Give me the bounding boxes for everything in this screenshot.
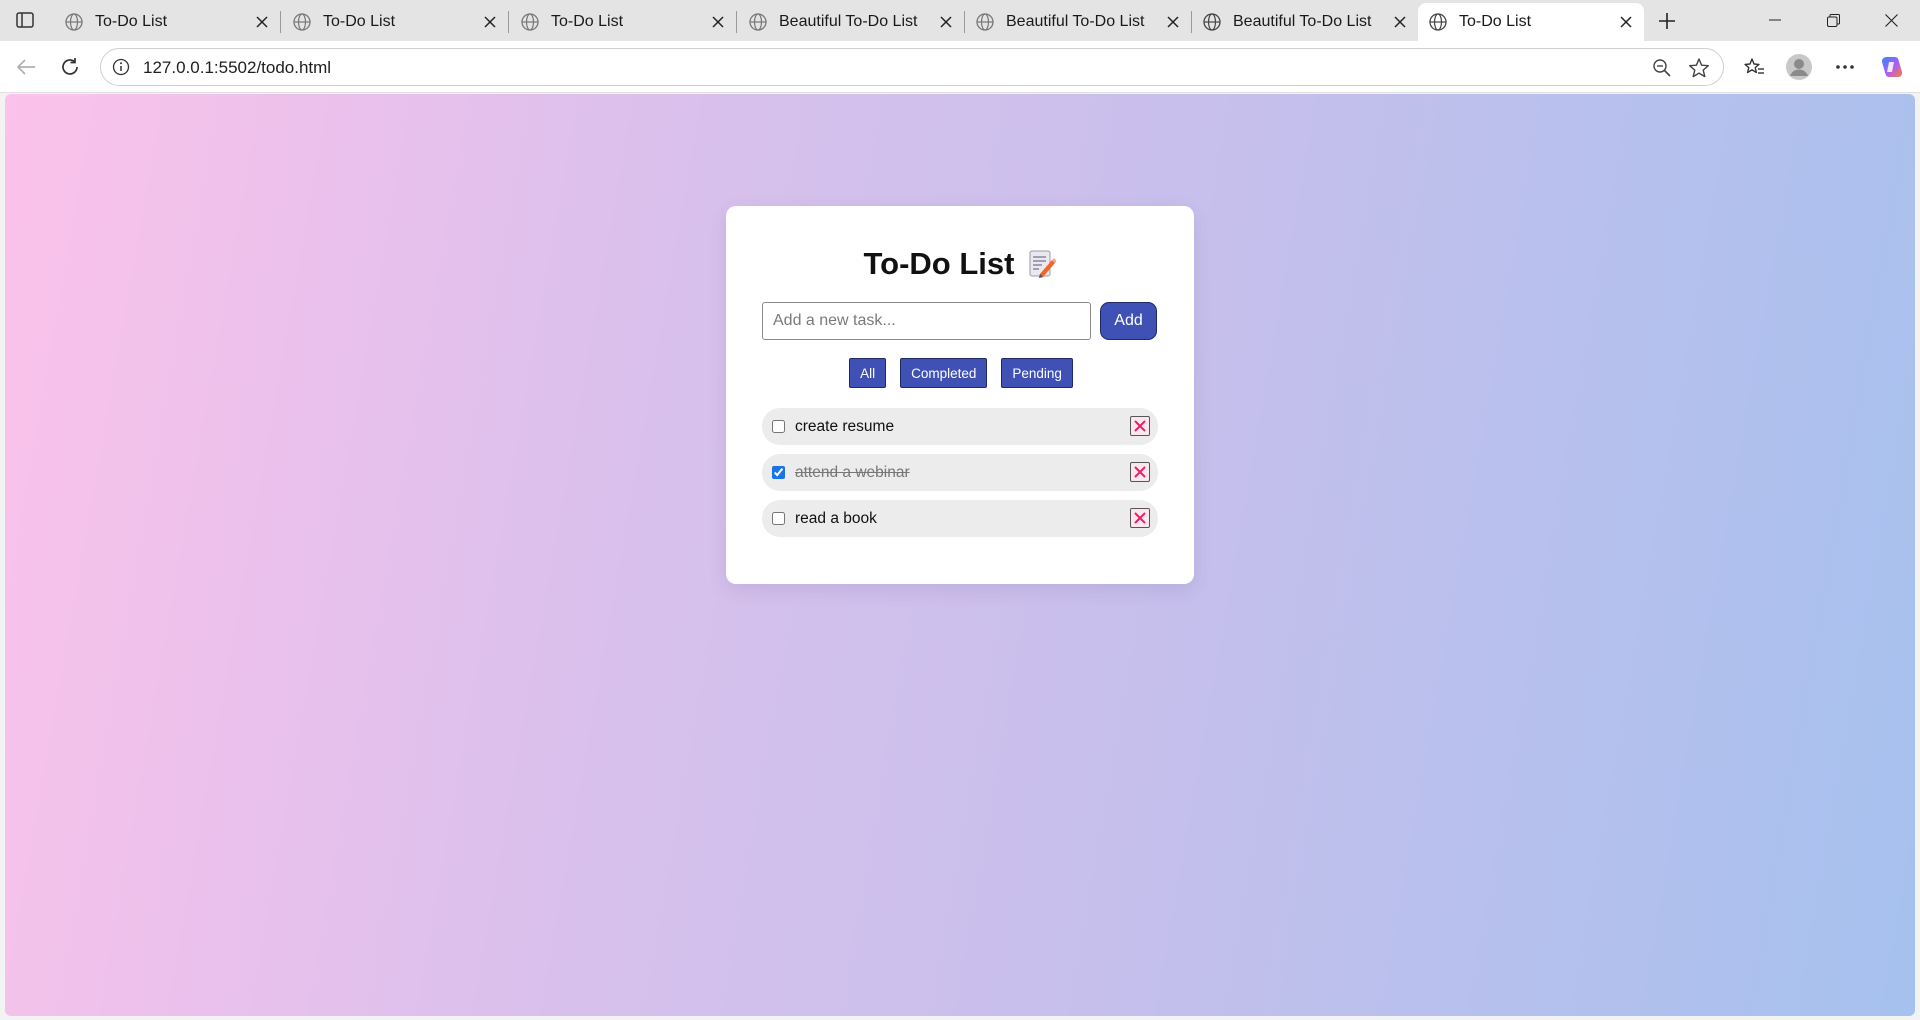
globe-icon <box>1429 13 1447 31</box>
cross-mark-icon <box>1134 512 1146 524</box>
close-icon <box>712 16 724 28</box>
close-icon <box>940 16 952 28</box>
close-icon <box>1620 16 1632 28</box>
task-text: attend a webinar <box>795 463 910 481</box>
globe-icon <box>65 13 83 31</box>
close-icon <box>484 16 496 28</box>
task-item: attend a webinar <box>762 454 1158 491</box>
zoom-out-icon <box>1653 59 1671 77</box>
delete-task-button[interactable] <box>1130 508 1150 528</box>
memo-icon <box>1029 250 1057 278</box>
new-task-input[interactable] <box>762 302 1091 340</box>
delete-task-button[interactable] <box>1130 462 1150 482</box>
profile-button[interactable] <box>1783 51 1815 83</box>
globe-icon <box>749 13 767 31</box>
cross-mark-icon <box>1134 466 1146 478</box>
tab-7-active[interactable]: To-Do List <box>1418 3 1644 41</box>
page-viewport: To-Do List Add All Completed Pending <box>5 94 1915 1016</box>
close-icon <box>1884 13 1898 27</box>
favorite-button[interactable] <box>1687 56 1711 80</box>
tab-label: To-Do List <box>95 13 168 30</box>
tab-5[interactable]: Beautiful To-Do List <box>965 3 1192 41</box>
tab-separator <box>508 11 509 33</box>
address-bar[interactable]: 127.0.0.1:5502/todo.html <box>100 48 1724 86</box>
tab-label: Beautiful To-Do List <box>1233 13 1372 30</box>
more-button[interactable] <box>1829 51 1861 83</box>
tab-3[interactable]: To-Do List <box>510 3 737 41</box>
tab-close-button[interactable] <box>1390 12 1410 32</box>
task-item: create resume <box>762 408 1158 445</box>
tab-close-button[interactable] <box>252 12 272 32</box>
favorites-icon <box>1744 58 1764 74</box>
info-icon <box>112 58 130 76</box>
back-icon <box>16 59 35 75</box>
task-text: read a book <box>795 509 877 527</box>
zoom-button[interactable] <box>1651 57 1673 79</box>
task-text: create resume <box>795 417 895 435</box>
task-checkbox[interactable] <box>772 466 785 479</box>
task-checkbox[interactable] <box>772 512 785 525</box>
tab-strip: To-Do List To-Do List To-Do List Beautif… <box>0 0 1920 41</box>
profile-icon <box>1786 54 1812 80</box>
filter-pending-button[interactable]: Pending <box>1001 358 1073 388</box>
sidebar-toggle-button[interactable] <box>10 8 40 32</box>
reload-icon <box>62 58 78 75</box>
restore-button[interactable] <box>1804 0 1862 40</box>
add-task-row: Add <box>762 302 1158 340</box>
task-checkbox[interactable] <box>772 420 785 433</box>
globe-icon <box>293 13 311 31</box>
tab-4[interactable]: Beautiful To-Do List <box>738 3 965 41</box>
tab-close-button[interactable] <box>480 12 500 32</box>
tab-separator <box>736 11 737 33</box>
copilot-icon <box>1881 57 1903 77</box>
close-icon <box>256 16 268 28</box>
reload-button[interactable] <box>54 51 86 83</box>
globe-icon <box>976 13 994 31</box>
back-button[interactable] <box>10 51 42 83</box>
tab-close-button[interactable] <box>1616 12 1636 32</box>
more-icon <box>1836 65 1854 69</box>
task-item: read a book <box>762 500 1158 537</box>
tab-1[interactable]: To-Do List <box>54 3 281 41</box>
tab-label: To-Do List <box>323 13 396 30</box>
globe-icon <box>1203 13 1221 31</box>
minimize-button[interactable] <box>1746 0 1804 40</box>
tab-close-button[interactable] <box>936 12 956 32</box>
tab-label: Beautiful To-Do List <box>779 13 918 30</box>
tab-label: Beautiful To-Do List <box>1006 13 1145 30</box>
tab-label: To-Do List <box>551 13 624 30</box>
browser-toolbar: 127.0.0.1:5502/todo.html <box>0 41 1920 93</box>
star-icon <box>1689 58 1709 78</box>
tab-label: To-Do List <box>1459 13 1532 30</box>
new-tab-button[interactable] <box>1653 8 1681 34</box>
close-icon <box>1167 16 1179 28</box>
url-text: 127.0.0.1:5502/todo.html <box>143 58 332 77</box>
plus-icon <box>1659 13 1675 29</box>
task-list: create resume attend a webinar read a bo… <box>762 408 1158 546</box>
tab-separator <box>280 11 281 33</box>
sidebar-icon <box>16 12 34 28</box>
page-title: To-Do List <box>863 246 1015 281</box>
delete-task-button[interactable] <box>1130 416 1150 436</box>
tab-close-button[interactable] <box>1163 12 1183 32</box>
filter-all-button[interactable]: All <box>849 358 887 388</box>
close-window-button[interactable] <box>1862 0 1920 40</box>
todo-card: To-Do List Add All Completed Pending <box>726 206 1194 584</box>
globe-icon <box>521 13 539 31</box>
tab-6[interactable]: Beautiful To-Do List <box>1192 3 1418 41</box>
add-task-button[interactable]: Add <box>1100 302 1157 340</box>
minimize-icon <box>1769 19 1781 21</box>
filter-completed-button[interactable]: Completed <box>900 358 988 388</box>
site-info-button[interactable] <box>111 57 131 77</box>
filter-bar: All Completed Pending <box>726 358 1194 388</box>
copilot-button[interactable] <box>1876 51 1908 83</box>
tab-2[interactable]: To-Do List <box>282 3 509 41</box>
title-row: To-Do List <box>726 246 1194 282</box>
tab-close-button[interactable] <box>708 12 728 32</box>
restore-icon <box>1826 13 1840 27</box>
close-icon <box>1394 16 1406 28</box>
cross-mark-icon <box>1134 420 1146 432</box>
favorites-button[interactable] <box>1738 51 1770 83</box>
